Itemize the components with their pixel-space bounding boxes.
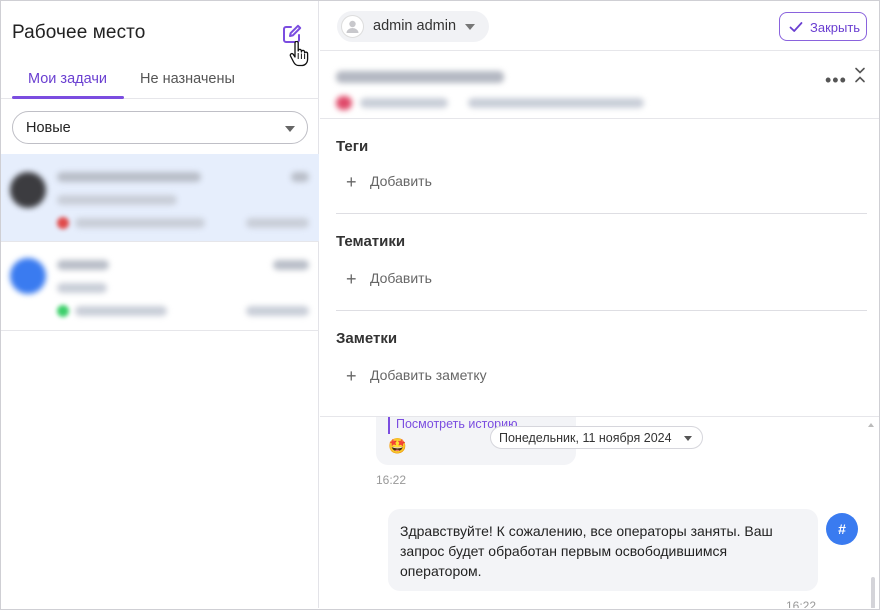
conversation-panel: admin admin Закрыть ••• Теги + Добавить Т… [320, 1, 879, 608]
task-item[interactable] [1, 154, 319, 242]
status-filter-select[interactable]: Новые [12, 111, 308, 144]
add-tag-button[interactable]: + Добавить [346, 172, 432, 193]
workspace-title: Рабочее место [12, 22, 146, 43]
contact-header: ••• [320, 52, 879, 119]
assignee-select[interactable]: admin admin [337, 11, 489, 42]
task-name-blurred [57, 172, 201, 182]
channel-icon [57, 217, 69, 229]
plus-icon: + [346, 366, 357, 386]
channel-icon [57, 305, 69, 317]
tab-my-tasks[interactable]: Мои задачи [28, 71, 107, 87]
emoji-star-struck: 🤩 [388, 438, 407, 455]
more-icon[interactable]: ••• [825, 70, 847, 91]
message-time: 16:22 [786, 599, 817, 608]
status-filter-value: Новые [26, 120, 71, 136]
add-topic-label: Добавить [370, 270, 432, 286]
tags-section: Теги + Добавить [336, 120, 867, 214]
close-conversation-button[interactable]: Закрыть [779, 12, 867, 41]
task-time-blurred [273, 260, 309, 270]
contact-channel-blurred [360, 98, 448, 108]
task-name-blurred [57, 260, 109, 270]
add-tag-label: Добавить [370, 173, 432, 189]
channel-icon [336, 96, 352, 110]
message-time: 16:22 [376, 473, 407, 487]
task-item[interactable] [1, 243, 319, 331]
add-note-button[interactable]: + Добавить заметку [346, 366, 487, 387]
task-avatar [10, 172, 46, 208]
task-avatar [10, 258, 46, 294]
active-tab-indicator [12, 96, 124, 99]
workspace-panel: Рабочее место Мои задачи Не назначены Но… [1, 1, 319, 608]
close-label: Закрыть [810, 20, 861, 35]
contact-subject-blurred [468, 98, 644, 108]
check-icon [789, 22, 803, 32]
task-meta-blurred [75, 306, 167, 316]
task-subject-blurred [57, 283, 107, 293]
user-avatar-icon [341, 15, 364, 38]
date-separator-select[interactable]: Понедельник, 11 ноября 2024 [490, 426, 703, 449]
plus-icon: + [346, 269, 357, 289]
task-date-blurred [246, 306, 309, 316]
bot-message-bubble: Здравствуйте! К сожалению, все операторы… [388, 509, 818, 591]
topics-title: Тематики [336, 233, 406, 250]
notes-section: Заметки + Добавить заметку [336, 311, 867, 415]
assignee-name: admin admin [373, 18, 457, 34]
task-date-blurred [246, 218, 309, 228]
topics-section: Тематики + Добавить [336, 214, 867, 311]
task-time-blurred [291, 172, 309, 182]
task-tabs: Мои задачи Не назначены [1, 63, 319, 99]
scroll-up-icon[interactable] [868, 423, 874, 427]
tags-title: Теги [336, 138, 369, 155]
task-meta-blurred [75, 218, 205, 228]
notes-title: Заметки [336, 330, 398, 347]
chevron-down-icon [684, 436, 692, 441]
add-note-label: Добавить заметку [370, 367, 487, 383]
contact-name-blurred [336, 71, 504, 83]
chevron-down-icon [285, 126, 295, 132]
chevron-down-icon [465, 24, 475, 30]
plus-icon: + [346, 172, 357, 192]
tab-unassigned[interactable]: Не назначены [140, 71, 235, 87]
bot-avatar: # [826, 513, 858, 545]
chat-scrollbar[interactable] [871, 577, 875, 608]
conversation-toolbar: admin admin Закрыть [320, 1, 879, 51]
chat-history: Посмотреть историю 🤩 Понедельник, 11 ноя… [320, 416, 879, 608]
collapse-icon[interactable] [854, 67, 866, 88]
date-label: Понедельник, 11 ноября 2024 [499, 431, 672, 445]
add-topic-button[interactable]: + Добавить [346, 269, 432, 290]
task-subject-blurred [57, 195, 177, 205]
